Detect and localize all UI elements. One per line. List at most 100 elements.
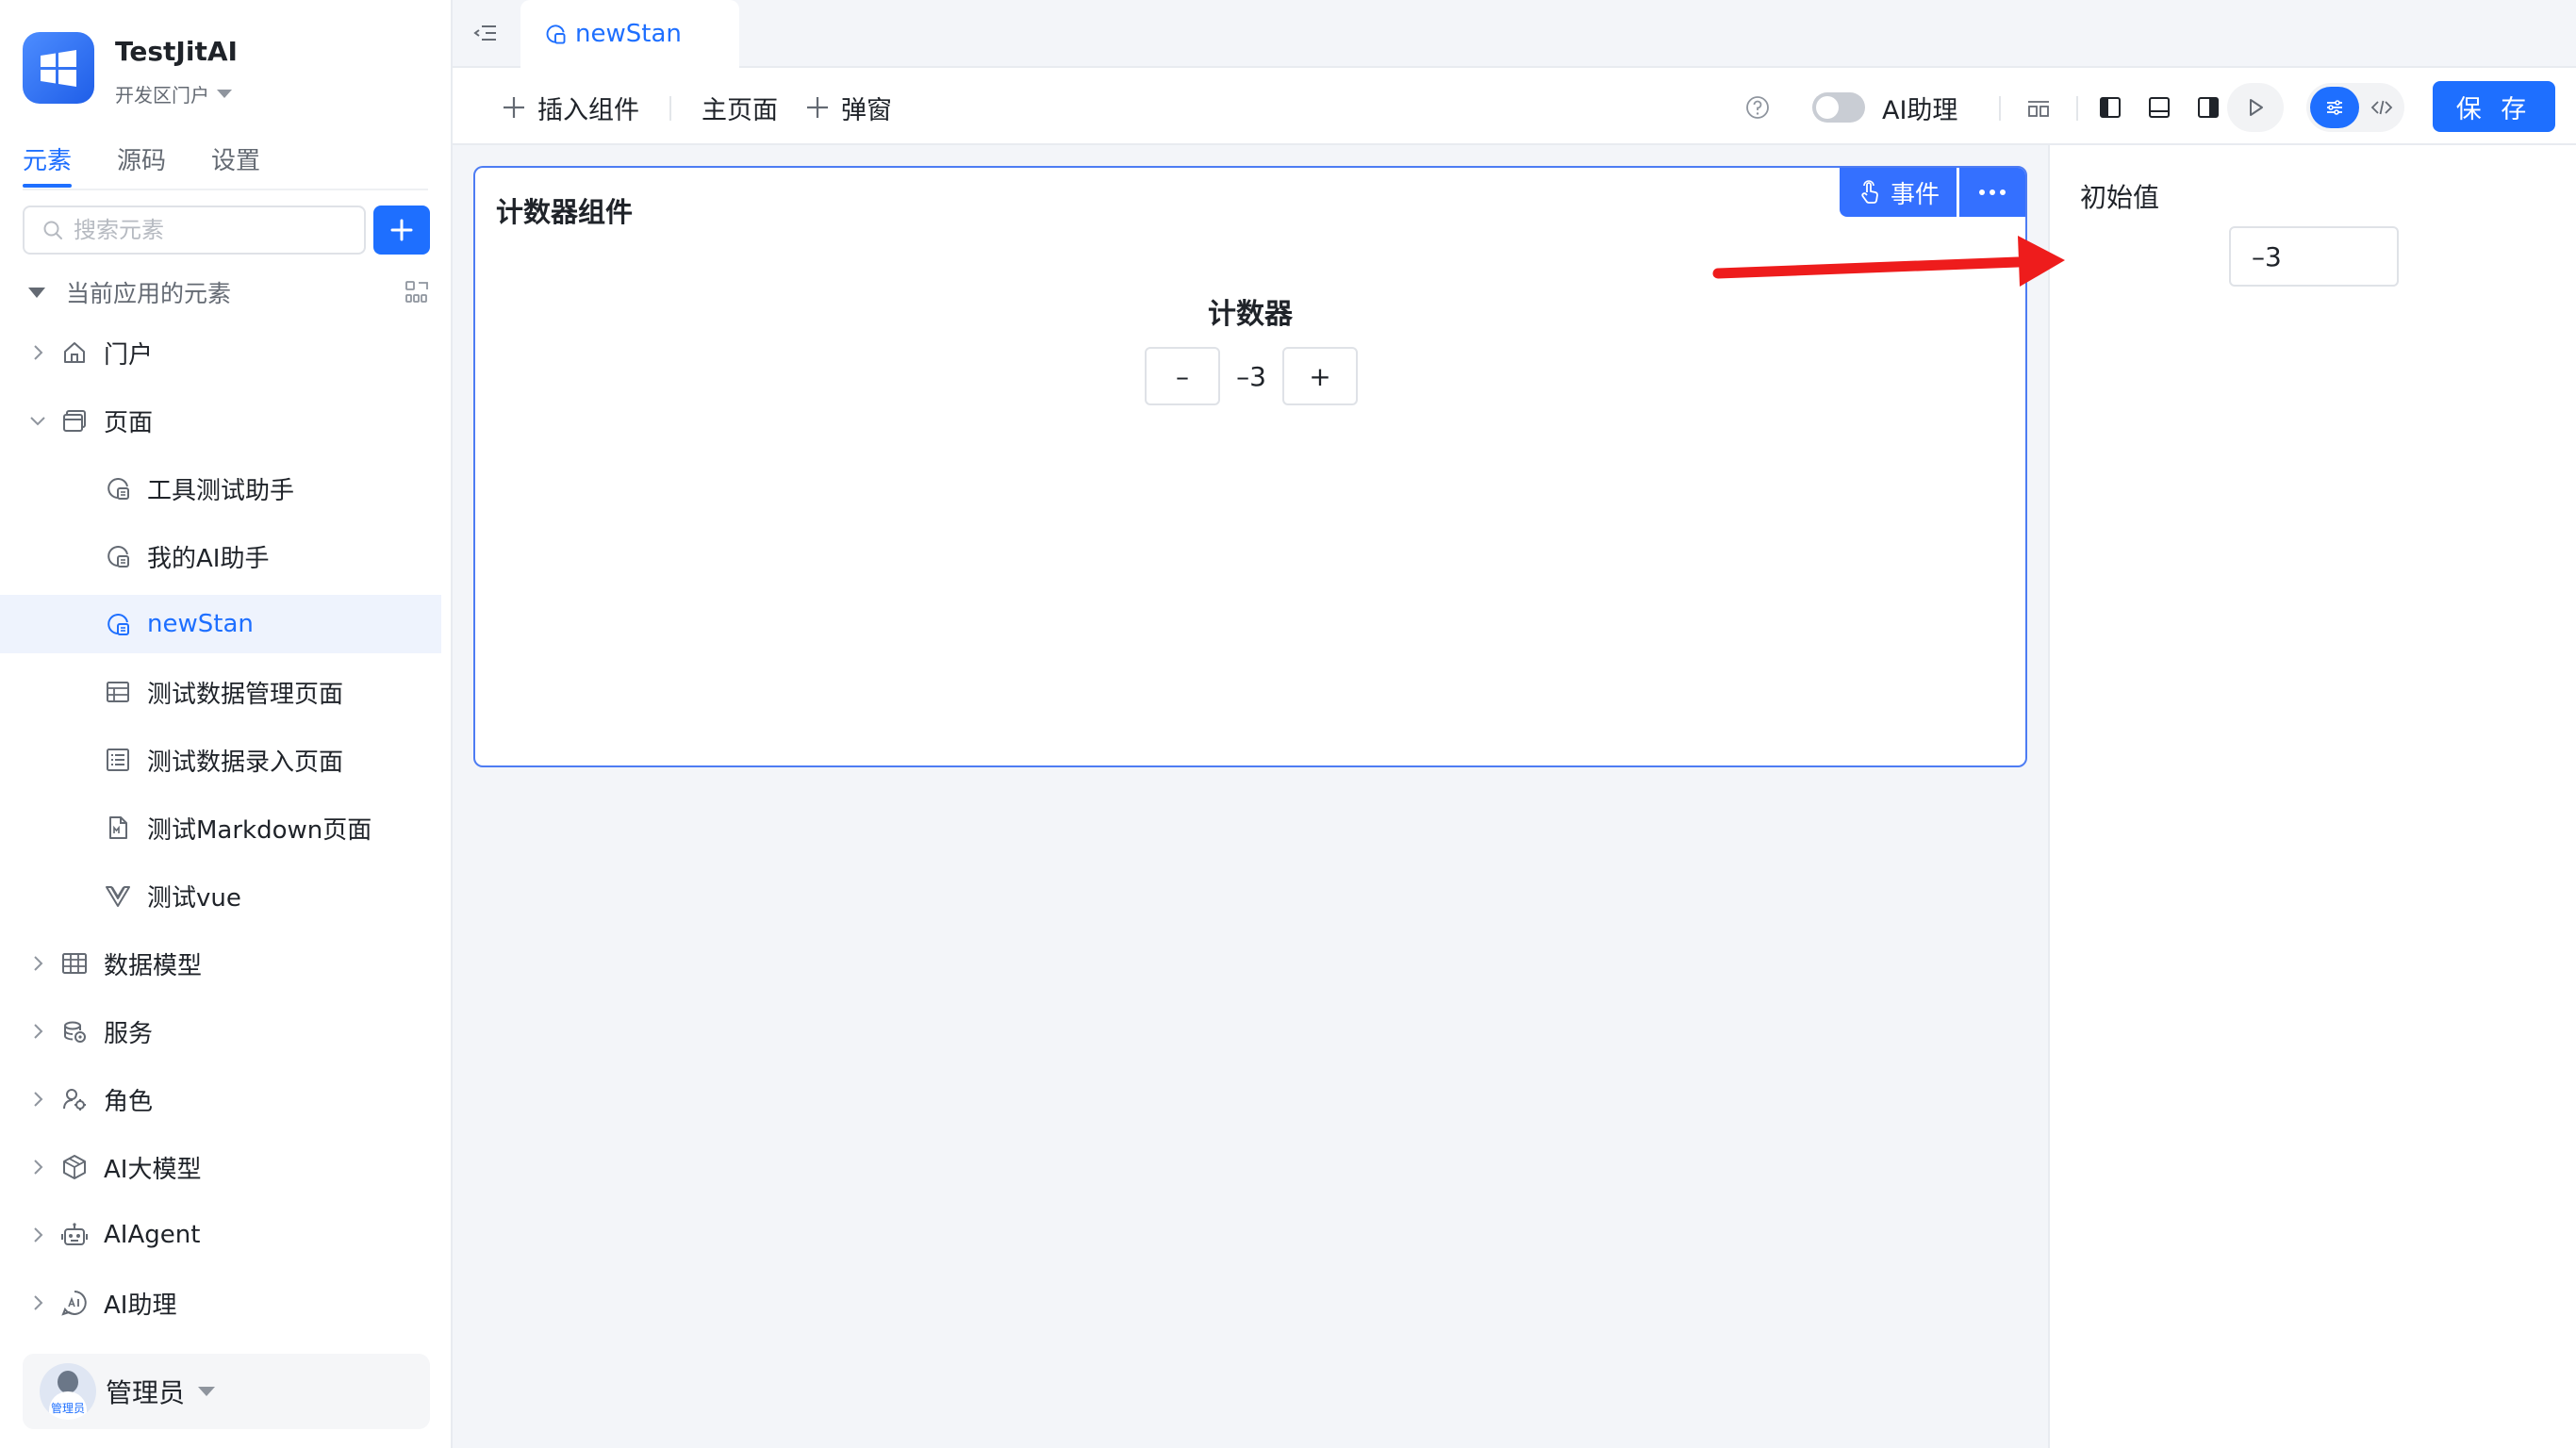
- tab-newstan[interactable]: newStan: [520, 0, 739, 68]
- main-page-button[interactable]: 主页面: [702, 89, 778, 126]
- main-page-label: 主页面: [702, 95, 778, 125]
- increment-button[interactable]: +: [1282, 347, 1358, 405]
- plus-icon: [390, 219, 413, 241]
- tree-item-role[interactable]: 角色: [0, 1070, 441, 1128]
- tab-settings[interactable]: 设置: [211, 141, 260, 188]
- sidebar-divider: [23, 189, 428, 190]
- tree-item-label: newStan: [147, 610, 254, 638]
- more-dots-icon: [1979, 189, 2006, 195]
- tree-item-label: 我的AI助手: [147, 544, 270, 573]
- save-button[interactable]: 保 存: [2433, 81, 2555, 132]
- play-icon: [2250, 99, 2263, 116]
- tree-item-test-markdown-page[interactable]: 测试Markdown页面: [0, 798, 441, 857]
- ai-assistant-label: AI助理: [1882, 95, 1958, 125]
- counter-control: – –3 +: [1145, 347, 1358, 405]
- help-icon[interactable]: [1741, 90, 1775, 124]
- code-icon: [2370, 100, 2393, 115]
- tree-item-label: AIAgent: [104, 1221, 201, 1249]
- more-options-button[interactable]: [1959, 168, 2025, 217]
- right-panel-toggle-icon[interactable]: [2191, 90, 2225, 124]
- visual-mode-button[interactable]: [2310, 87, 2359, 128]
- component-title: 计数器组件: [496, 196, 634, 228]
- initial-value-label: 初始值: [2080, 182, 2160, 213]
- chevron-right-icon[interactable]: [25, 1290, 51, 1316]
- add-element-button[interactable]: [373, 206, 430, 255]
- preview-button[interactable]: [2227, 83, 2284, 132]
- tab-elements[interactable]: 元素: [23, 141, 73, 188]
- left-panel-toggle-icon[interactable]: [2093, 90, 2127, 124]
- layout-grid-icon[interactable]: [404, 279, 430, 305]
- tree-item-newstan[interactable]: newStan: [0, 595, 441, 653]
- collapse-sidebar-icon[interactable]: [471, 19, 500, 47]
- hand-pointer-icon: [1861, 180, 1878, 204]
- chevron-down-icon[interactable]: [25, 407, 51, 434]
- tree-item-ai-assistant[interactable]: AI助理: [0, 1274, 441, 1332]
- vue-icon: [104, 881, 132, 910]
- caret-down-icon: [198, 1387, 216, 1396]
- tree-item-portal[interactable]: 门户: [0, 323, 441, 382]
- tab-source[interactable]: 源码: [117, 141, 166, 188]
- tree-item-data-model[interactable]: 数据模型: [0, 934, 441, 993]
- robot-icon: [60, 1221, 89, 1249]
- chevron-right-icon[interactable]: [25, 339, 51, 366]
- caret-down-icon: [217, 90, 232, 98]
- tree-item-label: 门户: [104, 340, 154, 370]
- form-page-icon: [104, 746, 132, 774]
- tree-item-ai-agent[interactable]: AIAgent: [0, 1206, 441, 1264]
- tree-item-label: 角色: [104, 1087, 154, 1116]
- tree-item-test-vue[interactable]: 测试vue: [0, 866, 441, 925]
- bottom-panel-toggle-icon[interactable]: [2142, 90, 2176, 124]
- component-actions: 事件: [1840, 168, 2025, 217]
- page-icon: [60, 406, 89, 435]
- annotation-arrow-icon: [1712, 236, 2065, 287]
- chevron-right-icon[interactable]: [25, 1018, 51, 1045]
- tree-item-test-data-entry-page[interactable]: 测试数据录入页面: [0, 731, 441, 789]
- event-button[interactable]: 事件: [1840, 168, 1957, 217]
- counter-value: –3: [1236, 360, 1266, 392]
- toolbar-divider: [2076, 96, 2078, 121]
- tree-item-tool-test-assistant[interactable]: 工具测试助手: [0, 459, 441, 518]
- ai-page-icon: [104, 474, 132, 502]
- home-icon: [60, 338, 89, 367]
- plus-icon: [504, 97, 524, 118]
- tree-item-label: AI助理: [104, 1291, 177, 1320]
- chevron-right-icon[interactable]: [25, 1154, 51, 1180]
- tree-header-label: 当前应用的元素: [66, 280, 232, 307]
- avatar: 管理员: [40, 1363, 96, 1420]
- app-name: TestJitAI: [115, 36, 238, 67]
- service-icon: [60, 1017, 89, 1045]
- tree-item-test-data-manage-page[interactable]: 测试数据管理页面: [0, 663, 441, 721]
- tree-item-label: 测试数据管理页面: [147, 680, 344, 709]
- chevron-right-icon[interactable]: [25, 1222, 51, 1248]
- portal-name: 开发区门户: [115, 84, 209, 107]
- sidebar: TestJitAI 开发区门户 元素 源码 设置 当前应用的元素: [0, 0, 453, 1448]
- popup-button[interactable]: 弹窗: [803, 89, 892, 126]
- app-header: TestJitAI 开发区门户: [23, 32, 238, 107]
- tree-item-my-ai-assistant[interactable]: 我的AI助手: [0, 527, 441, 585]
- tree-item-label: 测试vue: [147, 883, 241, 913]
- editor-toolbar: 插入组件 主页面 弹窗 AI助理 保 存: [453, 68, 2576, 145]
- search-icon: [43, 221, 62, 239]
- avatar-label: 管理员: [50, 1402, 85, 1415]
- user-menu[interactable]: 管理员 管理员: [23, 1354, 430, 1429]
- search-input[interactable]: [74, 217, 356, 243]
- table-page-icon: [104, 678, 132, 706]
- code-mode-button[interactable]: [2361, 87, 2403, 128]
- event-label: 事件: [1890, 180, 1940, 209]
- tree-item-service[interactable]: 服务: [0, 1002, 441, 1061]
- tree-header[interactable]: 当前应用的元素: [23, 273, 430, 311]
- insert-component-button[interactable]: 插入组件: [500, 89, 639, 126]
- portal-switcher[interactable]: 开发区门户: [115, 80, 238, 107]
- ai-assistant-toggle[interactable]: [1812, 92, 1865, 123]
- chevron-right-icon[interactable]: [25, 950, 51, 977]
- properties-panel: 初始值: [2048, 145, 2576, 1448]
- decrement-button[interactable]: –: [1145, 347, 1220, 405]
- tab-label: newStan: [575, 20, 682, 48]
- tree-item-pages[interactable]: 页面: [0, 391, 441, 450]
- tree-item-ai-model[interactable]: AI大模型: [0, 1138, 441, 1196]
- initial-value-input[interactable]: [2229, 226, 2399, 287]
- ai-assistant-toggle-label: AI助理: [1882, 89, 1957, 126]
- plus-icon: [807, 97, 828, 118]
- component-tree-icon[interactable]: [2022, 90, 2056, 124]
- chevron-right-icon[interactable]: [25, 1086, 51, 1112]
